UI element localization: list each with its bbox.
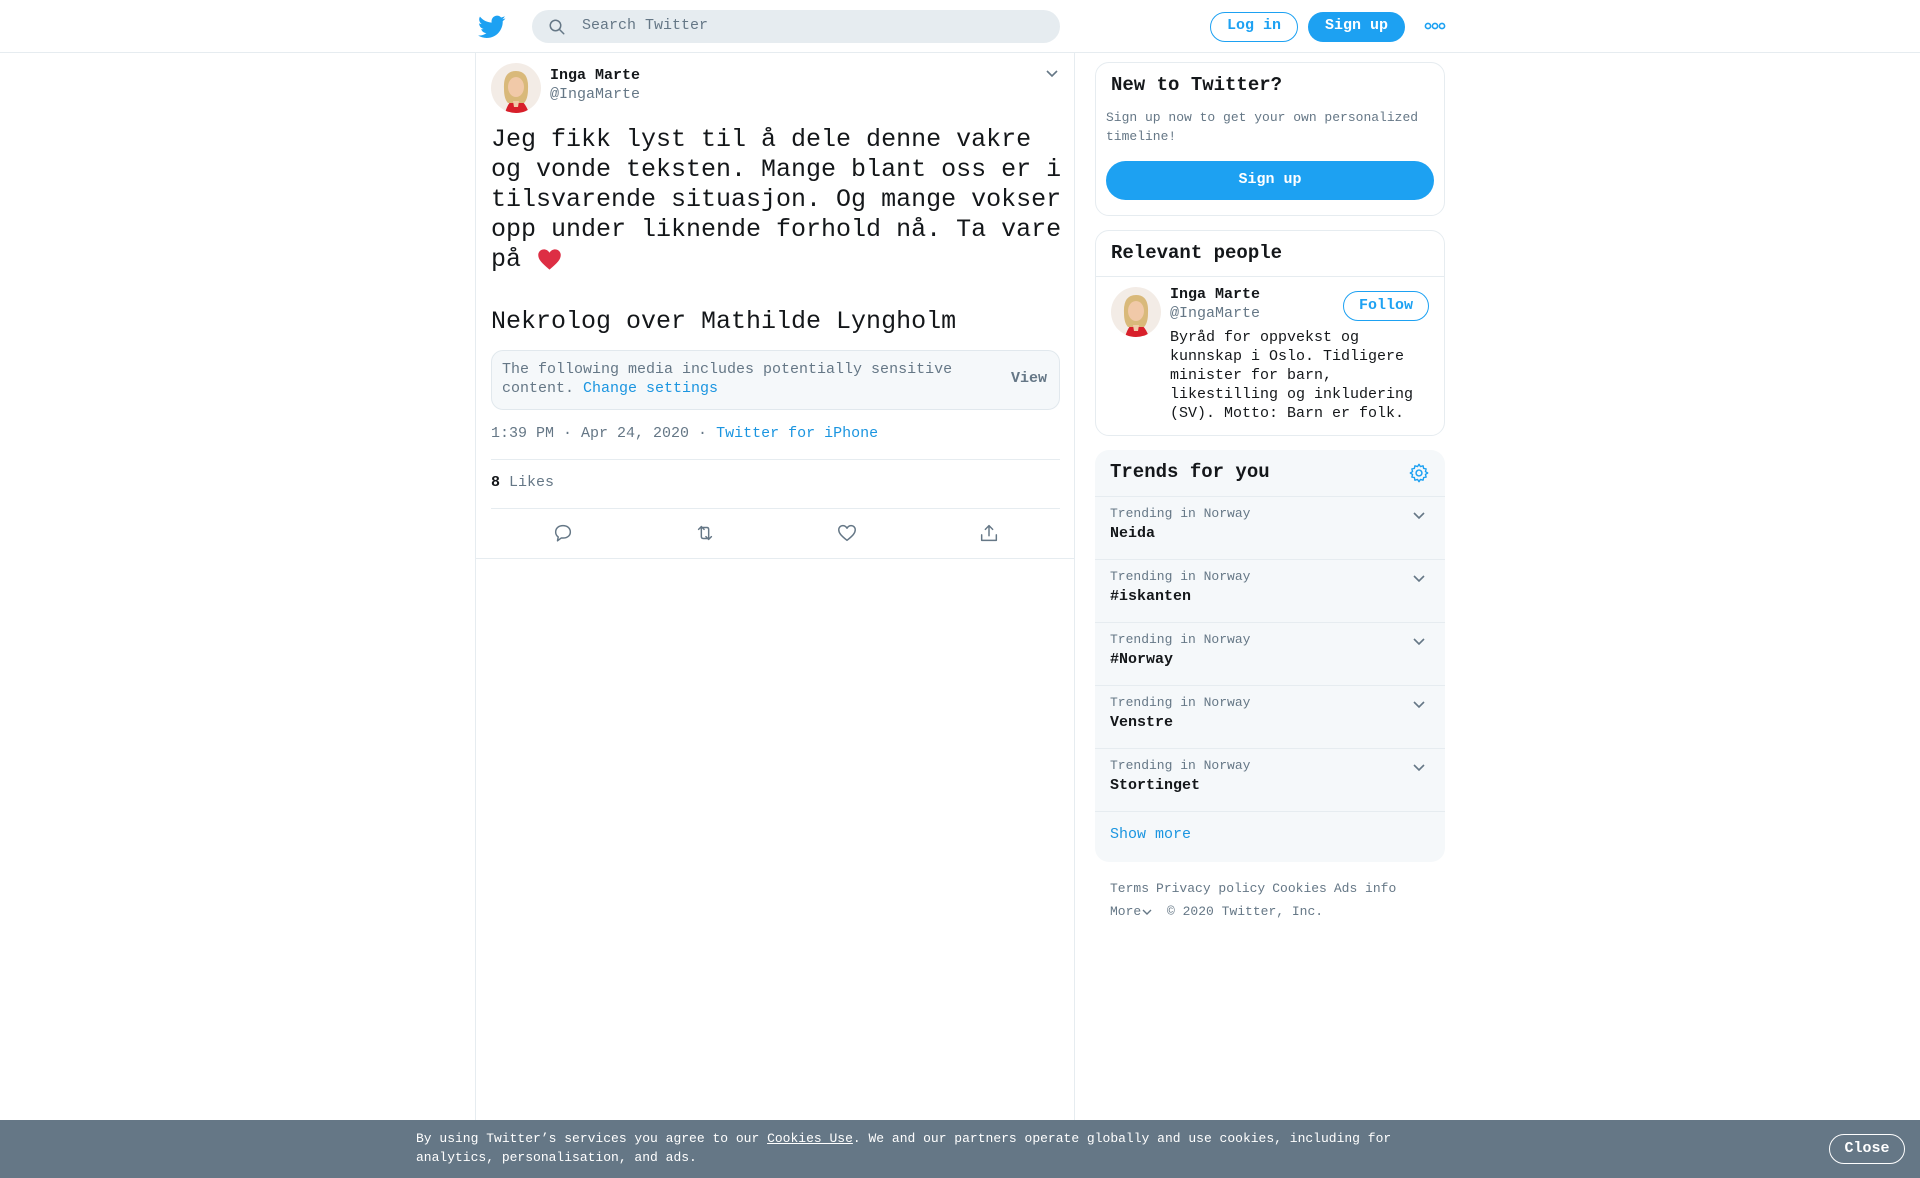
divider [491, 508, 1060, 509]
retweet-icon[interactable] [694, 522, 716, 544]
trend-context: Trending in Norway [1110, 632, 1251, 647]
avatar[interactable] [491, 63, 541, 113]
avatar[interactable] [1111, 287, 1161, 337]
trend-context: Trending in Norway [1110, 569, 1251, 584]
trend-context: Trending in Norway [1110, 758, 1251, 773]
reply-icon[interactable] [552, 522, 574, 544]
divider [491, 459, 1060, 460]
footer-link-cookies[interactable]: Cookies [1272, 881, 1327, 896]
trend-context: Trending in Norway [1110, 506, 1251, 521]
search-icon [549, 19, 565, 35]
trend-item[interactable]: Trending in Norway Venstre [1095, 685, 1445, 748]
trend-name[interactable]: Stortinget [1110, 777, 1200, 794]
trend-context: Trending in Norway [1110, 695, 1251, 710]
footer-links-row: Terms Privacy policy Cookies Ads info [1110, 877, 1440, 900]
tweet-metadata: 1:39 PM · Apr 24, 2020 · Twitter for iPh… [491, 425, 878, 442]
footer-link-ads-info[interactable]: Ads info [1334, 881, 1396, 896]
footer-more-menu[interactable]: More [1110, 904, 1153, 919]
trends-card: Trends for you Trending in Norway Neida … [1095, 450, 1445, 862]
chevron-down-icon[interactable] [1411, 759, 1427, 775]
card-title: Relevant people [1111, 242, 1283, 264]
tweet-author-handle[interactable]: @IngaMarte [550, 86, 640, 103]
chevron-down-icon[interactable] [1044, 65, 1060, 81]
gear-icon[interactable] [1408, 462, 1430, 484]
likes-label: Likes [509, 474, 555, 491]
trend-name[interactable]: Neida [1110, 525, 1155, 542]
tweet-author-name[interactable]: Inga Marte [550, 67, 640, 84]
twitter-bird-icon[interactable] [478, 13, 506, 41]
tweet-source[interactable]: Twitter for iPhone [716, 425, 878, 442]
trend-name[interactable]: #iskanten [1110, 588, 1191, 605]
tweet-detail-column: Inga Marte @IngaMarte Jeg fikk lyst til … [475, 53, 1075, 1121]
signup-button[interactable]: Sign up [1106, 161, 1434, 200]
footer-link-privacy[interactable]: Privacy policy [1156, 881, 1265, 896]
trend-item[interactable]: Trending in Norway #Norway [1095, 622, 1445, 685]
show-more-link[interactable]: Show more [1095, 811, 1445, 862]
meta-separator: · [689, 425, 717, 442]
trend-item[interactable]: Trending in Norway Stortinget [1095, 748, 1445, 811]
show-more-label[interactable]: Show more [1110, 826, 1191, 843]
cookies-use-link[interactable]: Cookies Use [767, 1131, 853, 1146]
cookie-banner: By using Twitter’s services you agree to… [0, 1120, 1920, 1178]
trend-item[interactable]: Trending in Norway #iskanten [1095, 559, 1445, 622]
tweet-link-title: Nekrolog over Mathilde Lyngholm [491, 307, 957, 336]
share-icon[interactable] [978, 522, 1000, 544]
avatar-image [1111, 287, 1161, 337]
sensitive-message: The following media includes potentially… [502, 360, 972, 398]
signup-button[interactable]: Sign up [1308, 12, 1405, 42]
cookie-text-before: By using Twitter’s services you agree to… [416, 1131, 768, 1146]
person-name[interactable]: Inga Marte [1170, 286, 1260, 303]
chevron-down-icon[interactable] [1411, 570, 1427, 586]
view-media-button[interactable]: View [1011, 370, 1047, 387]
top-navigation-bar: Search Twitter Log in Sign up [0, 0, 1920, 53]
likes-number: 8 [491, 474, 501, 491]
chevron-down-icon[interactable] [1411, 696, 1427, 712]
trend-item[interactable]: Trending in Norway Neida [1095, 496, 1445, 559]
card-title: Trends for you [1110, 461, 1270, 483]
card-title: New to Twitter? [1111, 74, 1283, 96]
chevron-down-icon[interactable] [1411, 633, 1427, 649]
divider [1096, 276, 1444, 277]
footer-link-terms[interactable]: Terms [1110, 881, 1149, 896]
sensitive-media-notice: The following media includes potentially… [491, 350, 1060, 410]
person-bio: Byråd for oppvekst og kunnskap i Oslo. T… [1170, 329, 1414, 422]
new-to-twitter-card: New to Twitter? Sign up now to get your … [1095, 62, 1445, 216]
footer-more-label[interactable]: More [1110, 904, 1141, 919]
footer-row-2: More © 2020 Twitter, Inc. [1110, 900, 1440, 923]
like-heart-icon[interactable] [836, 522, 858, 544]
card-description: Sign up now to get your own personalized… [1106, 110, 1419, 144]
person-handle[interactable]: @IngaMarte [1170, 305, 1260, 322]
search-placeholder[interactable]: Search Twitter [582, 17, 708, 35]
relevant-people-card: Relevant people Inga Marte @IngaMarte Fo… [1095, 230, 1445, 436]
divider [476, 558, 1074, 559]
trend-name[interactable]: Venstre [1110, 714, 1173, 731]
chevron-down-icon[interactable] [1141, 906, 1153, 918]
follow-button[interactable]: Follow [1343, 291, 1429, 321]
more-dots-icon[interactable] [1424, 20, 1446, 32]
login-button[interactable]: Log in [1210, 12, 1298, 42]
sensitive-message-text: The following media includes potentially… [502, 361, 953, 397]
likes-count[interactable]: 8 Likes [491, 474, 554, 491]
tweet-timestamp[interactable]: 1:39 PM · Apr 24, 2020 [491, 425, 689, 442]
search-box[interactable]: Search Twitter [532, 10, 1060, 43]
sidebar-footer: Terms Privacy policy Cookies Ads info More … [1110, 877, 1440, 923]
red-heart-emoji-icon [538, 249, 561, 270]
close-button[interactable]: Close [1829, 1134, 1905, 1164]
change-settings-link[interactable]: Change settings [583, 380, 718, 397]
tweet-text-body: Jeg fikk lyst til å dele denne vakre og … [491, 125, 1077, 274]
trend-name[interactable]: #Norway [1110, 651, 1173, 668]
avatar-image [491, 63, 541, 113]
chevron-down-icon[interactable] [1411, 507, 1427, 523]
tweet-text: Jeg fikk lyst til å dele denne vakre og … [491, 125, 1066, 275]
copyright: © 2020 Twitter, Inc. [1167, 904, 1324, 919]
cookie-text: By using Twitter’s services you agree to… [416, 1129, 1416, 1167]
